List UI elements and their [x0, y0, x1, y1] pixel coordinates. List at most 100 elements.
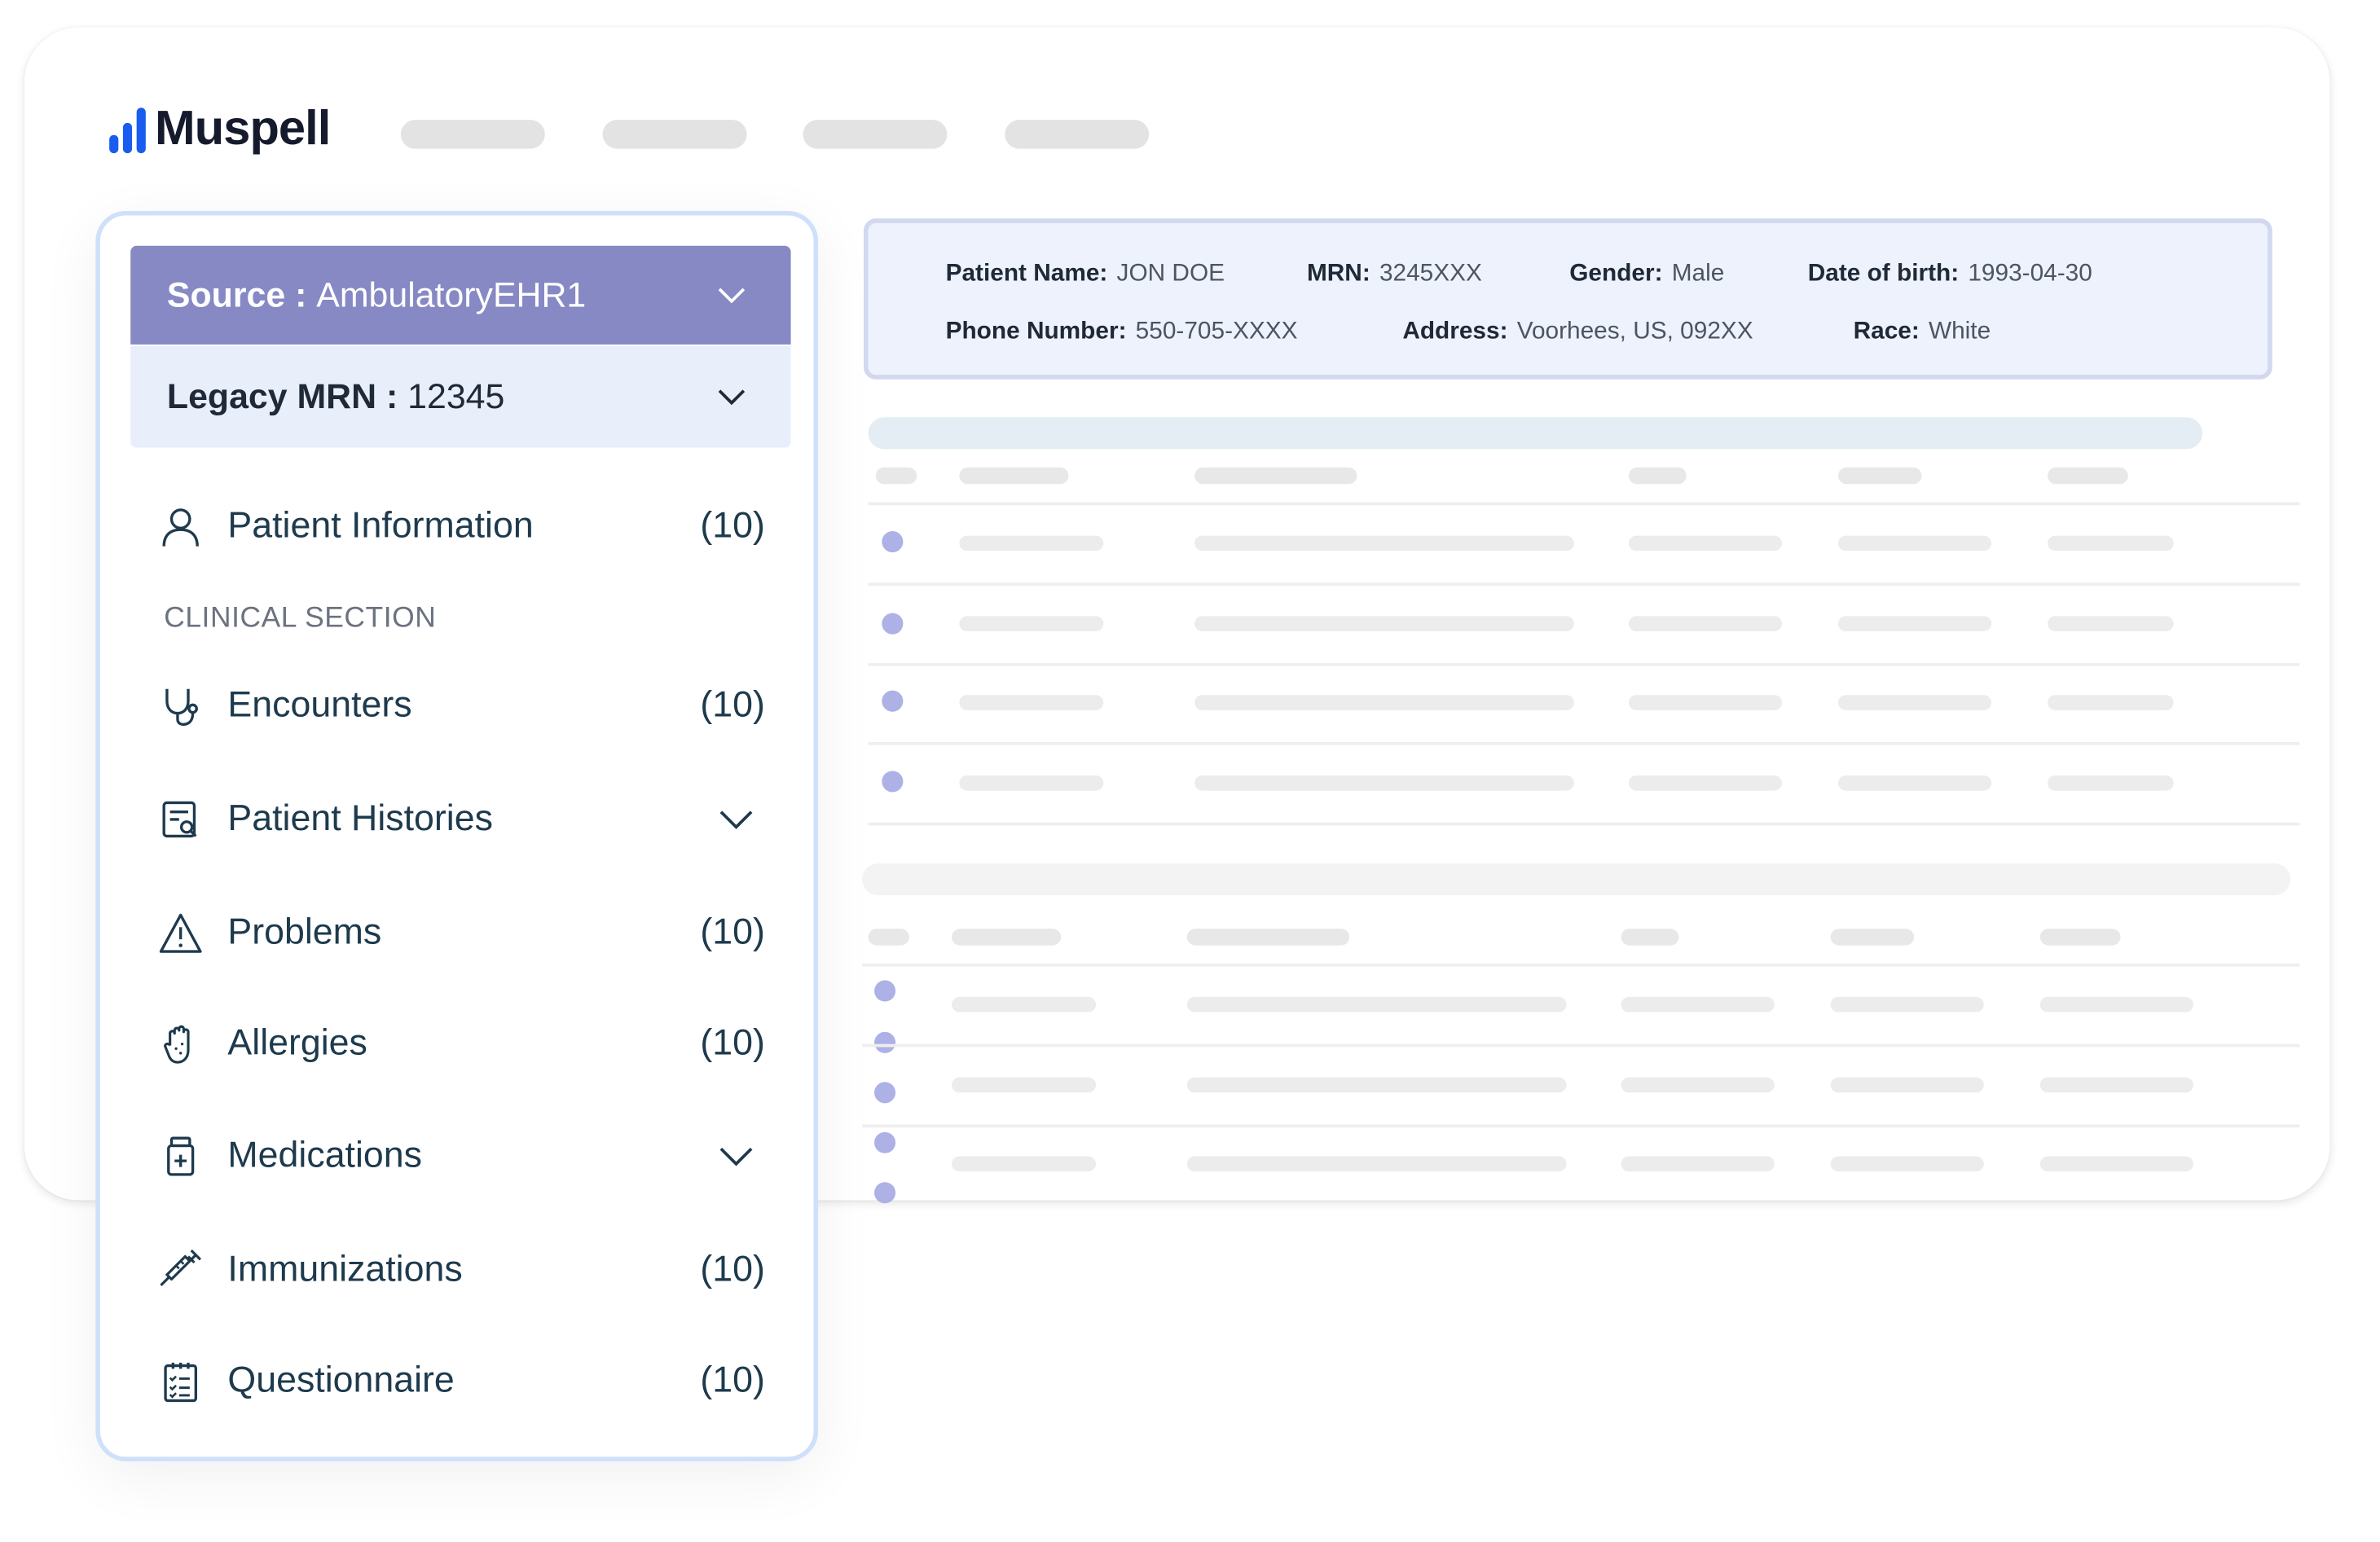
phone-label: Phone Number:: [945, 319, 1127, 345]
table-2-header-placeholder: [1830, 929, 1915, 946]
user-icon: [162, 508, 199, 547]
sidebar-item-label: Immunizations: [227, 1249, 463, 1290]
table-row-placeholder: [2039, 1077, 2193, 1093]
sidebar-item-label: Patient Histories: [227, 797, 493, 840]
row-status-dot: [882, 613, 904, 635]
phone-value: 550-705-XXXX: [1135, 319, 1298, 345]
gender-field: Gender: Male: [1569, 261, 1724, 288]
sidebar-item-questionnaire[interactable]: Questionnaire (10): [158, 1347, 765, 1414]
dob-field: Date of birth: 1993-04-30: [1808, 261, 2092, 288]
row-status-dot: [874, 1131, 896, 1153]
table-row-placeholder: [1628, 535, 1783, 551]
table-row-placeholder: [1194, 616, 1574, 631]
sidebar-item-allergies[interactable]: Allergies (10): [158, 1011, 765, 1078]
row-status-dot: [882, 771, 904, 793]
table-row-placeholder: [959, 616, 1104, 631]
table-row-placeholder: [959, 775, 1104, 791]
table-row-placeholder: [1837, 616, 1992, 631]
chevron-down-icon: [719, 810, 753, 828]
nav-placeholder-4[interactable]: [1005, 120, 1150, 149]
table-2-header-placeholder: [868, 929, 909, 946]
medicine-bottle-icon: [167, 1136, 195, 1176]
table-row-placeholder: [1830, 1156, 1984, 1172]
table-row-placeholder: [1837, 775, 1992, 791]
legacy-mrn-label: Legacy MRN :: [166, 376, 398, 416]
table-row-placeholder: [1186, 1156, 1567, 1172]
table-1-header-placeholder: [2048, 467, 2128, 485]
sidebar-item-label: Patient Information: [227, 505, 534, 547]
row-status-dot: [882, 531, 904, 553]
mrn-value: 3245XXX: [1379, 261, 1482, 288]
bar-chart-logo-icon: [109, 104, 146, 153]
source-dropdown[interactable]: Source : AmbulatoryEHR1: [130, 245, 791, 345]
table-row-placeholder: [2048, 775, 2174, 791]
table-2-header-placeholder: [1621, 929, 1679, 946]
hand-allergy-icon: [164, 1025, 190, 1064]
checklist-icon: [164, 1362, 197, 1403]
dob-label: Date of birth:: [1807, 261, 1960, 288]
row-divider: [868, 822, 2300, 826]
stethoscope-icon: [165, 688, 198, 726]
row-divider: [868, 741, 2300, 745]
legacy-mrn-dropdown[interactable]: Legacy MRN : 12345: [130, 345, 791, 448]
table-row-placeholder: [1621, 1077, 1775, 1093]
nav-placeholder-1[interactable]: [400, 120, 545, 149]
count-badge: (10): [700, 1249, 765, 1290]
race-value: White: [1928, 319, 1991, 345]
nav-placeholder-3[interactable]: [803, 120, 948, 149]
table-row-placeholder: [1194, 775, 1574, 791]
table-1-toolbar-placeholder: [868, 417, 2203, 450]
row-status-dot: [874, 1182, 896, 1204]
sidebar-item-patient-histories[interactable]: Patient Histories: [158, 786, 765, 853]
gender-value: Male: [1671, 261, 1725, 288]
row-status-dot: [882, 690, 904, 712]
clinical-section-heading: CLINICAL SECTION: [164, 602, 437, 635]
dob-value: 1993-04-30: [1968, 261, 2092, 288]
table-row-placeholder: [2039, 996, 2193, 1013]
address-label: Address:: [1402, 319, 1508, 345]
table-row-placeholder: [952, 996, 1097, 1013]
table-row-placeholder: [1837, 535, 1992, 551]
table-row-placeholder: [1186, 1077, 1567, 1093]
sidebar-item-encounters[interactable]: Encounters (10): [158, 672, 765, 739]
table-1-header-placeholder: [1628, 467, 1687, 485]
app-stage: Muspell Patient Name: JON DOE MRN: 3245XXX…: [0, 0, 2380, 1542]
table-row-placeholder: [2048, 616, 2174, 631]
table-2-header-placeholder: [2039, 929, 2121, 946]
sidebar-item-medications[interactable]: Medications: [158, 1123, 765, 1190]
count-badge: (10): [700, 1022, 765, 1064]
syringe-icon: [160, 1249, 202, 1286]
sidebar-item-patient-information[interactable]: Patient Information (10): [158, 493, 765, 560]
sidebar-item-label: Encounters: [227, 684, 412, 726]
table-row-placeholder: [1628, 695, 1783, 710]
count-badge: (10): [700, 1360, 765, 1401]
table-row-placeholder: [2039, 1156, 2193, 1172]
row-divider: [868, 582, 2300, 586]
sidebar-item-immunizations[interactable]: Immunizations (10): [158, 1237, 765, 1303]
table-row-placeholder: [1830, 996, 1984, 1013]
table-row-placeholder: [1830, 1077, 1984, 1093]
table-row-placeholder: [1621, 996, 1775, 1013]
brand-name: Muspell: [155, 99, 331, 156]
sidebar-item-problems[interactable]: Problems (10): [158, 900, 765, 967]
table-row-placeholder: [1186, 996, 1567, 1013]
sidebar-item-label: Questionnaire: [227, 1360, 455, 1401]
table-row-placeholder: [2048, 535, 2174, 551]
table-2-toolbar-placeholder: [862, 863, 2291, 896]
brand-logo[interactable]: Muspell: [109, 99, 331, 156]
row-divider: [868, 502, 2300, 506]
nav-placeholder-2[interactable]: [602, 120, 747, 149]
count-badge: (10): [700, 912, 765, 953]
row-divider: [862, 1124, 2300, 1128]
row-divider: [862, 963, 2300, 967]
table-row-placeholder: [1621, 1156, 1775, 1172]
chevron-down-icon: [719, 1146, 753, 1166]
table-row-placeholder: [1194, 695, 1574, 710]
row-divider: [862, 1043, 2300, 1048]
table-1-header-placeholder: [1837, 467, 1922, 485]
table-row-placeholder: [952, 1077, 1097, 1093]
mrn-label: MRN:: [1306, 261, 1370, 288]
patient-name-label: Patient Name:: [945, 261, 1108, 288]
chevron-down-icon: [718, 389, 746, 405]
count-badge: (10): [700, 684, 765, 726]
